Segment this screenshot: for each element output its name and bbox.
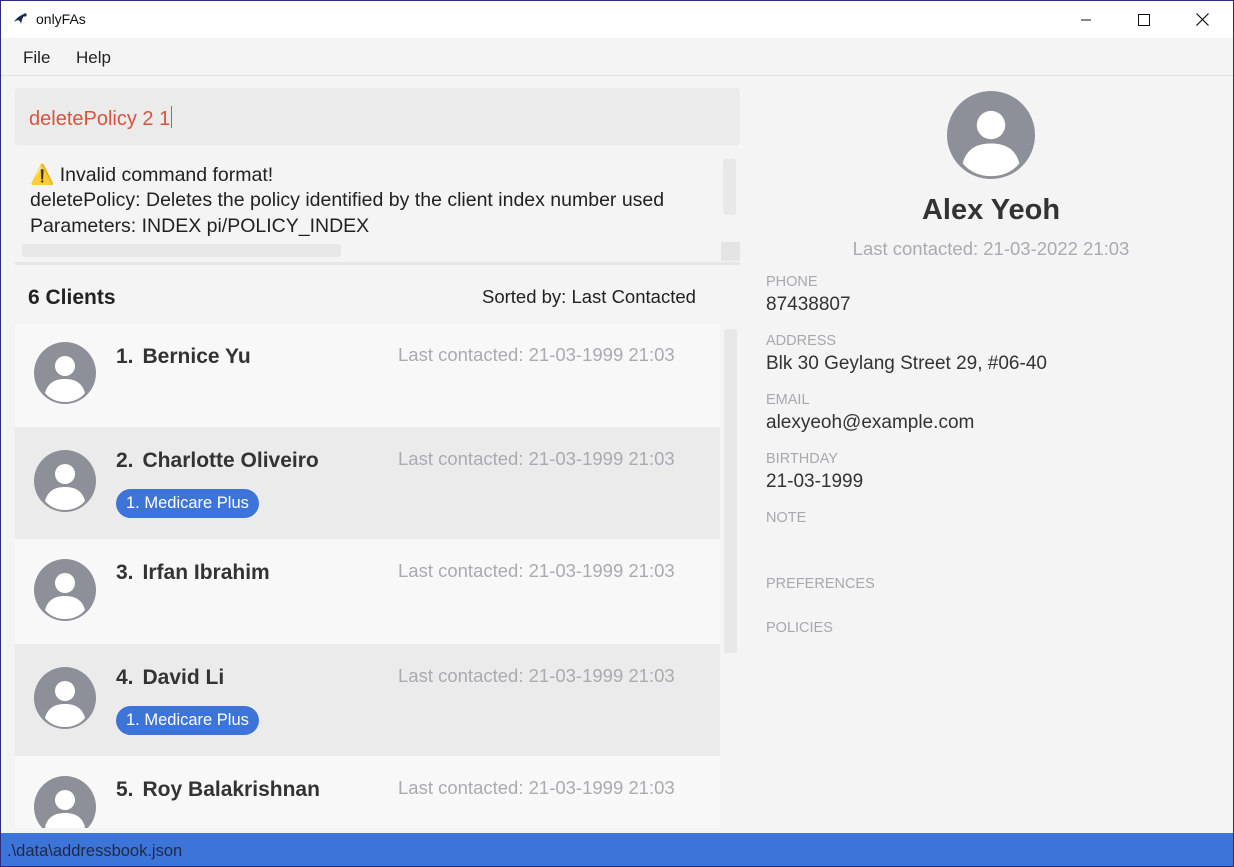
client-name-text: Roy Balakrishnan	[142, 778, 320, 801]
client-index: 2.	[116, 449, 134, 472]
birthday-value: 21-03-1999	[766, 471, 864, 492]
menu-bar: File Help	[1, 38, 1233, 76]
client-card[interactable]: 5. Roy Balakrishnan Last contacted: 21-03…	[15, 756, 720, 828]
avatar-icon	[34, 559, 96, 621]
avatar-icon	[34, 450, 96, 512]
detail-avatar-icon	[947, 91, 1035, 179]
result-horizontal-scrollbar[interactable]	[22, 244, 341, 257]
result-display[interactable]: ⚠️ Invalid command format! deletePolicy:…	[15, 153, 740, 261]
command-text: deletePolicy 2 1	[29, 106, 173, 131]
close-button[interactable]	[1173, 1, 1231, 38]
client-name-text: David Li	[142, 666, 225, 689]
detail-last-contacted: Last contacted: 21-03-2022 21:03	[852, 238, 1130, 259]
address-value: Blk 30 Geylang Street 29, #06-40	[766, 353, 1047, 374]
scrollbar-corner	[721, 242, 740, 261]
email-label: EMAIL	[766, 392, 810, 408]
policy-tag: 1. Medicare Plus	[116, 489, 259, 518]
email-value: alexyeoh@example.com	[766, 412, 975, 433]
client-card[interactable]: 1. Bernice Yu Last contacted: 21-03-1999 …	[15, 323, 720, 427]
maximize-button[interactable]	[1115, 1, 1173, 38]
result-line-1: ⚠️ Invalid command format!	[30, 164, 274, 186]
client-name-text: Charlotte Oliveiro	[142, 449, 319, 472]
command-input[interactable]: deletePolicy 2 1	[15, 88, 740, 145]
client-index: 1.	[116, 345, 134, 368]
client-name: 3. Irfan Ibrahim	[116, 561, 270, 585]
client-last-contacted: Last contacted: 21-03-1999 21:03	[398, 448, 675, 469]
maximize-icon	[1138, 13, 1150, 26]
command-value: deletePolicy 2 1	[29, 108, 171, 130]
minimize-icon	[1081, 19, 1091, 20]
client-name: 2. Charlotte Oliveiro	[116, 449, 319, 473]
client-name-text: Irfan Ibrahim	[142, 561, 270, 584]
detail-name: Alex Yeoh	[921, 194, 1061, 226]
client-last-contacted: Last contacted: 21-03-1999 21:03	[398, 777, 675, 798]
client-index: 5.	[116, 778, 134, 801]
client-count: 6 Clients	[28, 286, 116, 309]
birthday-label: BIRTHDAY	[766, 451, 838, 467]
title-bar: onlyFAs	[1, 1, 1233, 38]
avatar-icon	[34, 667, 96, 729]
client-last-contacted: Last contacted: 21-03-1999 21:03	[398, 560, 675, 581]
client-card[interactable]: 2. Charlotte Oliveiro Last contacted: 21-…	[15, 427, 720, 539]
app-window: onlyFAs File Help deletePolicy 2 1 ⚠️ In…	[0, 0, 1234, 867]
result-line-3: Parameters: INDEX pi/POLICY_INDEX	[30, 215, 370, 237]
window-title: onlyFAs	[36, 11, 86, 27]
app-logo-icon	[14, 13, 27, 24]
client-index: 4.	[116, 666, 134, 689]
client-card[interactable]: 4. David Li Last contacted: 21-03-1999 21…	[15, 644, 720, 756]
client-card[interactable]: 3. Irfan Ibrahim Last contacted: 21-03-19…	[15, 539, 720, 644]
phone-label: PHONE	[766, 274, 818, 290]
client-name: 4. David Li	[116, 666, 224, 690]
client-name: 5. Roy Balakrishnan	[116, 778, 320, 802]
sort-indicator: Sorted by: Last Contacted	[482, 286, 696, 307]
client-index: 3.	[116, 561, 134, 584]
menu-help[interactable]: Help	[76, 48, 111, 68]
client-last-contacted: Last contacted: 21-03-1999 21:03	[398, 665, 675, 686]
avatar-icon	[34, 776, 96, 828]
client-list[interactable]: 1. Bernice Yu Last contacted: 21-03-1999 …	[15, 323, 720, 828]
status-bar: .\data\addressbook.json	[1, 833, 1233, 866]
text-caret	[171, 106, 173, 128]
minimize-button[interactable]	[1057, 1, 1115, 38]
client-last-contacted: Last contacted: 21-03-1999 21:03	[398, 344, 675, 365]
client-name-text: Bernice Yu	[142, 345, 251, 368]
list-scrollbar[interactable]	[724, 329, 737, 653]
address-label: ADDRESS	[766, 333, 837, 349]
data-file-path: .\data\addressbook.json	[7, 842, 183, 860]
client-name: 1. Bernice Yu	[116, 345, 251, 369]
phone-value: 87438807	[766, 294, 851, 315]
result-line-2: deletePolicy: Deletes the policy identif…	[30, 189, 665, 211]
avatar-icon	[34, 342, 96, 404]
policies-label: POLICIES	[766, 620, 833, 636]
result-vertical-scrollbar[interactable]	[723, 159, 736, 215]
panel-divider	[15, 262, 740, 265]
policy-tag: 1. Medicare Plus	[116, 706, 259, 735]
close-icon	[1195, 13, 1209, 26]
menu-file[interactable]: File	[23, 48, 50, 68]
note-label: NOTE	[766, 510, 807, 526]
preferences-label: PREFERENCES	[766, 576, 875, 592]
